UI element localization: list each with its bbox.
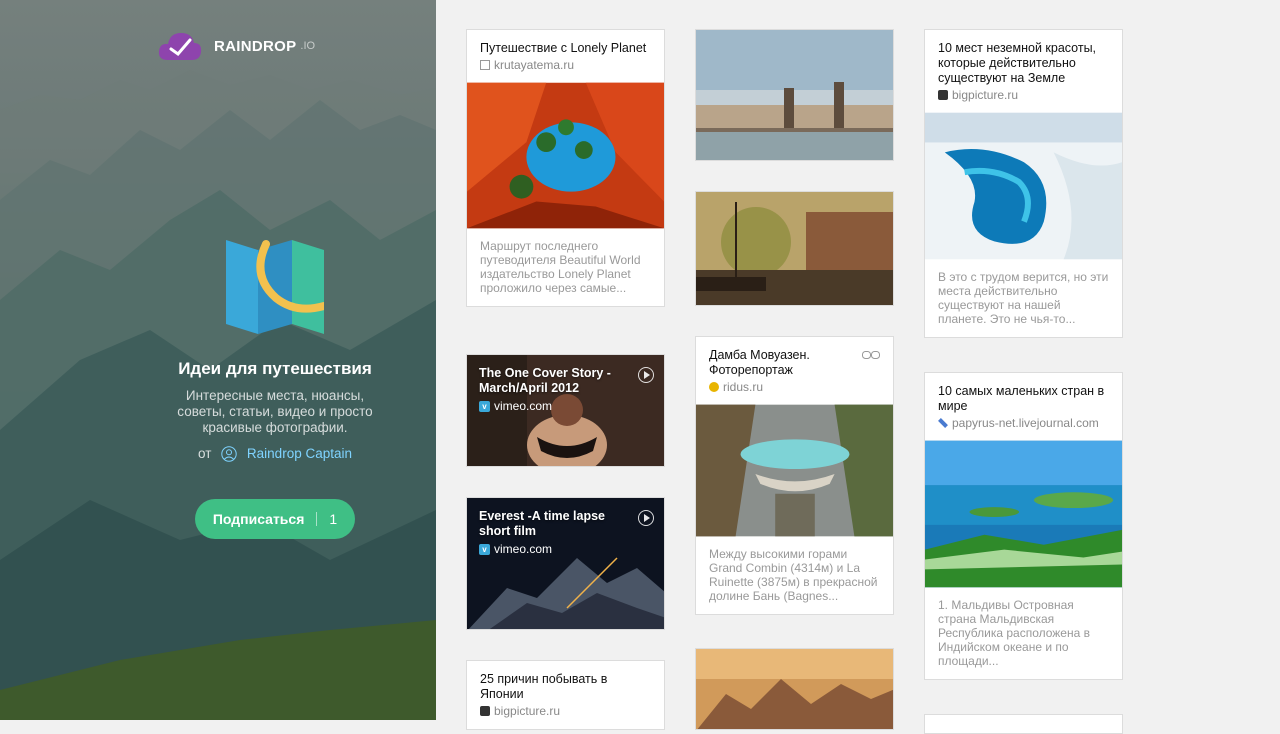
author-prefix: от [197, 446, 212, 461]
collection-sidebar: RAINDROP .IO Идеи для путешествия Интере… [0, 0, 436, 720]
site-favicon-icon [480, 60, 490, 70]
bookmark-source: vimeo.com [494, 399, 553, 413]
user-icon [221, 446, 237, 462]
bookmark-excerpt: 1. Мальдивы Островная страна Мальдивская… [938, 598, 1090, 668]
bookmark-title[interactable]: 10 самых маленьких стран в мире [938, 384, 1109, 414]
logo-text: RAINDROP [214, 37, 297, 55]
play-icon[interactable] [638, 510, 654, 526]
image-bookmark-card[interactable] [695, 29, 894, 161]
image-bookmark-card[interactable] [695, 191, 894, 306]
bookmark-card[interactable]: 10 мест неземной красоты, которые действ… [924, 29, 1123, 338]
play-icon[interactable] [638, 367, 654, 383]
bookmark-source: papyrus-net.livejournal.com [952, 416, 1099, 430]
bookmark-source: ridus.ru [723, 380, 764, 394]
bookmark-cover-image[interactable] [925, 112, 1122, 260]
bookmark-cover-image[interactable] [925, 440, 1122, 588]
bookmark-source: vimeo.com [494, 542, 553, 556]
bookmark-card[interactable]: Путешествие с Lonely Planet krutayatema.… [466, 29, 665, 307]
bookmark-source: krutayatema.ru [494, 58, 575, 72]
bookmark-cover-image[interactable] [467, 82, 664, 229]
bookmark-card[interactable] [924, 714, 1123, 734]
bookmark-card[interactable]: 10 самых маленьких стран в мире papyrus-… [924, 372, 1123, 680]
bookmark-title[interactable]: 10 мест неземной красоты, которые действ… [938, 41, 1109, 86]
raindrop-logo[interactable]: RAINDROP .IO [158, 30, 315, 62]
amsterdam-canal-image [696, 192, 893, 305]
subscribe-label: Подписаться [212, 511, 305, 527]
bookmark-title[interactable]: Everest -A time lapse short film [479, 509, 630, 539]
cloud-logo-icon [158, 33, 202, 60]
vimeo-icon: v [479, 400, 490, 412]
camera-icon [480, 706, 490, 716]
bookmark-source: bigpicture.ru [952, 88, 1019, 102]
bookmark-excerpt: Между высокими горами Grand Combin (4314… [709, 547, 878, 603]
pencil-icon [938, 418, 948, 428]
bookmark-title[interactable]: 25 причин побывать в Японии [480, 672, 651, 702]
bookmark-title[interactable]: The One Cover Story - March/April 2012 [479, 366, 630, 396]
bookmark-title[interactable]: Дамба Мовуазен. Фоторепортаж [709, 348, 880, 378]
site-favicon-icon [709, 382, 719, 392]
collection-title: Идеи для путешествия [178, 359, 372, 378]
video-bookmark-card[interactable]: The One Cover Story - March/April 2012 v… [466, 354, 665, 467]
video-bookmark-card[interactable]: Everest -A time lapse short film v vimeo.… [466, 497, 665, 630]
collection-description: Интересные места, нюансы, советы, статьи… [177, 388, 373, 435]
vimeo-icon: v [479, 543, 490, 555]
prague-image [696, 30, 893, 160]
link-icon [862, 351, 880, 359]
bookmark-card[interactable]: Дамба Мовуазен. Фоторепортаж ridus.ru Ме… [695, 336, 894, 615]
camera-icon [938, 90, 948, 100]
author-line: от Raindrop Captain [0, 446, 436, 462]
bookmark-excerpt: Маршрут последнего путеводителя Beautifu… [480, 239, 641, 295]
bookmark-source: bigpicture.ru [494, 704, 561, 718]
author-link[interactable]: Raindrop Captain [247, 446, 352, 461]
bookmark-excerpt: В это с трудом верится, но эти места дей… [938, 270, 1109, 326]
image-bookmark-card[interactable] [695, 648, 894, 730]
subscribe-button[interactable]: Подписаться 1 [195, 499, 355, 539]
logo-suffix: .IO [300, 40, 316, 52]
mountain-sunset-image [696, 649, 893, 729]
map-icon [226, 240, 324, 334]
bookmark-title[interactable]: Путешествие с Lonely Planet [480, 41, 651, 56]
subscriber-count: 1 [329, 511, 338, 527]
bookmark-cover-image[interactable] [696, 404, 893, 537]
